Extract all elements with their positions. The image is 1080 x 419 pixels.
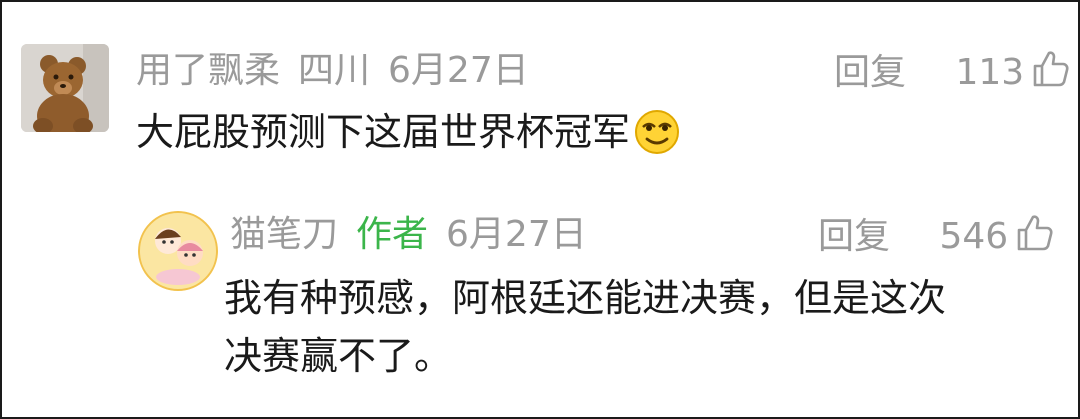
user-avatar[interactable]	[21, 44, 109, 132]
comment-reply-button[interactable]: 回复	[834, 52, 906, 93]
reply-meta: 猫笔刀 作者 6月27日	[230, 213, 605, 257]
comment-panel: 用了飘柔 四川 6月27日 回复 113 大屁股预测下这届世界杯冠军 猫笔刀 作…	[0, 0, 1080, 419]
reply-text-line-1: 我有种预感，阿根廷还能进决赛，但是这次	[224, 276, 947, 320]
reply-date: 6月27日	[446, 214, 587, 255]
thumbs-up-icon[interactable]	[1030, 49, 1070, 100]
author-badge: 作者	[356, 214, 429, 255]
reply-body: 我有种预感，阿根廷还能进决赛，但是这次 决赛赢不了。	[224, 269, 946, 385]
teddy-bear-avatar-icon	[21, 44, 109, 132]
reply-reply-button[interactable]: 回复	[818, 216, 890, 257]
comment-date: 6月27日	[388, 50, 529, 91]
reply-like-count[interactable]: 546	[939, 216, 1008, 257]
smirk-emoji-icon	[634, 109, 680, 171]
author-avatar[interactable]	[138, 211, 218, 291]
comment-like-count[interactable]: 113	[955, 52, 1024, 93]
comment-actions: 回复 113	[834, 49, 1070, 100]
thumbs-up-icon[interactable]	[1014, 213, 1054, 264]
reply-actions: 回复 546	[818, 213, 1054, 264]
cartoon-avatar-icon	[138, 211, 218, 291]
comment-location: 四川	[298, 50, 371, 91]
reply-text-line-2: 决赛赢不了。	[224, 334, 453, 378]
comment-meta: 用了飘柔 四川 6月27日	[136, 49, 547, 93]
comment-text: 大屁股预测下这届世界杯冠军	[136, 110, 631, 154]
comment-body: 大屁股预测下这届世界杯冠军	[136, 103, 680, 171]
reply-username[interactable]: 猫笔刀	[230, 214, 338, 255]
comment-username[interactable]: 用了飘柔	[136, 50, 280, 91]
